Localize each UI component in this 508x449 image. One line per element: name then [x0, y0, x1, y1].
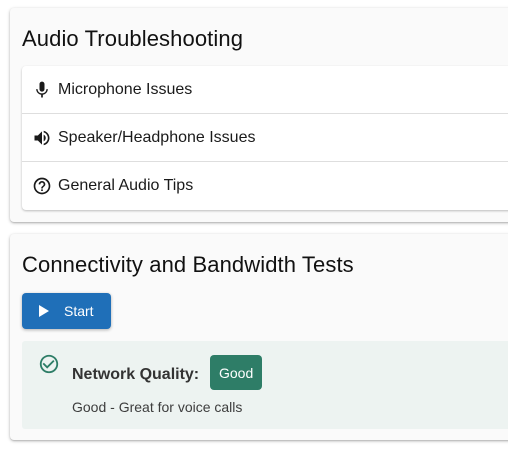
audio-troubleshooting-card: Audio Troubleshooting Microphone Issues … — [10, 8, 508, 222]
microphone-issues-label: Microphone Issues — [58, 80, 193, 98]
network-quality-label: Network Quality: — [72, 366, 200, 383]
audio-troubleshooting-title: Audio Troubleshooting — [22, 26, 244, 51]
play-icon — [38, 305, 50, 317]
list-item-speaker-headphone-issues[interactable]: Speaker/Headphone Issues — [22, 114, 508, 162]
network-quality-result: Network Quality: Good Good - Great for v… — [22, 341, 508, 429]
speaker-icon — [32, 128, 52, 148]
help-circle-icon — [32, 176, 52, 196]
start-button[interactable]: Start — [22, 293, 111, 329]
check-circle-icon — [38, 353, 60, 375]
audio-issue-list: Microphone Issues Speaker/Headphone Issu… — [22, 66, 508, 210]
general-audio-tips-label: General Audio Tips — [58, 177, 194, 194]
quality-description: Good - Great for voice calls — [72, 399, 243, 415]
list-item-microphone-issues[interactable]: Microphone Issues — [22, 66, 508, 114]
connectivity-tests-card: Connectivity and Bandwidth Tests Start N… — [10, 234, 508, 440]
connectivity-tests-title: Connectivity and Bandwidth Tests — [22, 252, 354, 277]
list-item-general-audio-tips[interactable]: General Audio Tips — [22, 162, 508, 210]
quality-status-badge: Good — [210, 355, 263, 390]
speaker-headphone-issues-label: Speaker/Headphone Issues — [58, 128, 256, 146]
start-button-label: Start — [64, 303, 94, 319]
microphone-icon — [32, 80, 52, 100]
